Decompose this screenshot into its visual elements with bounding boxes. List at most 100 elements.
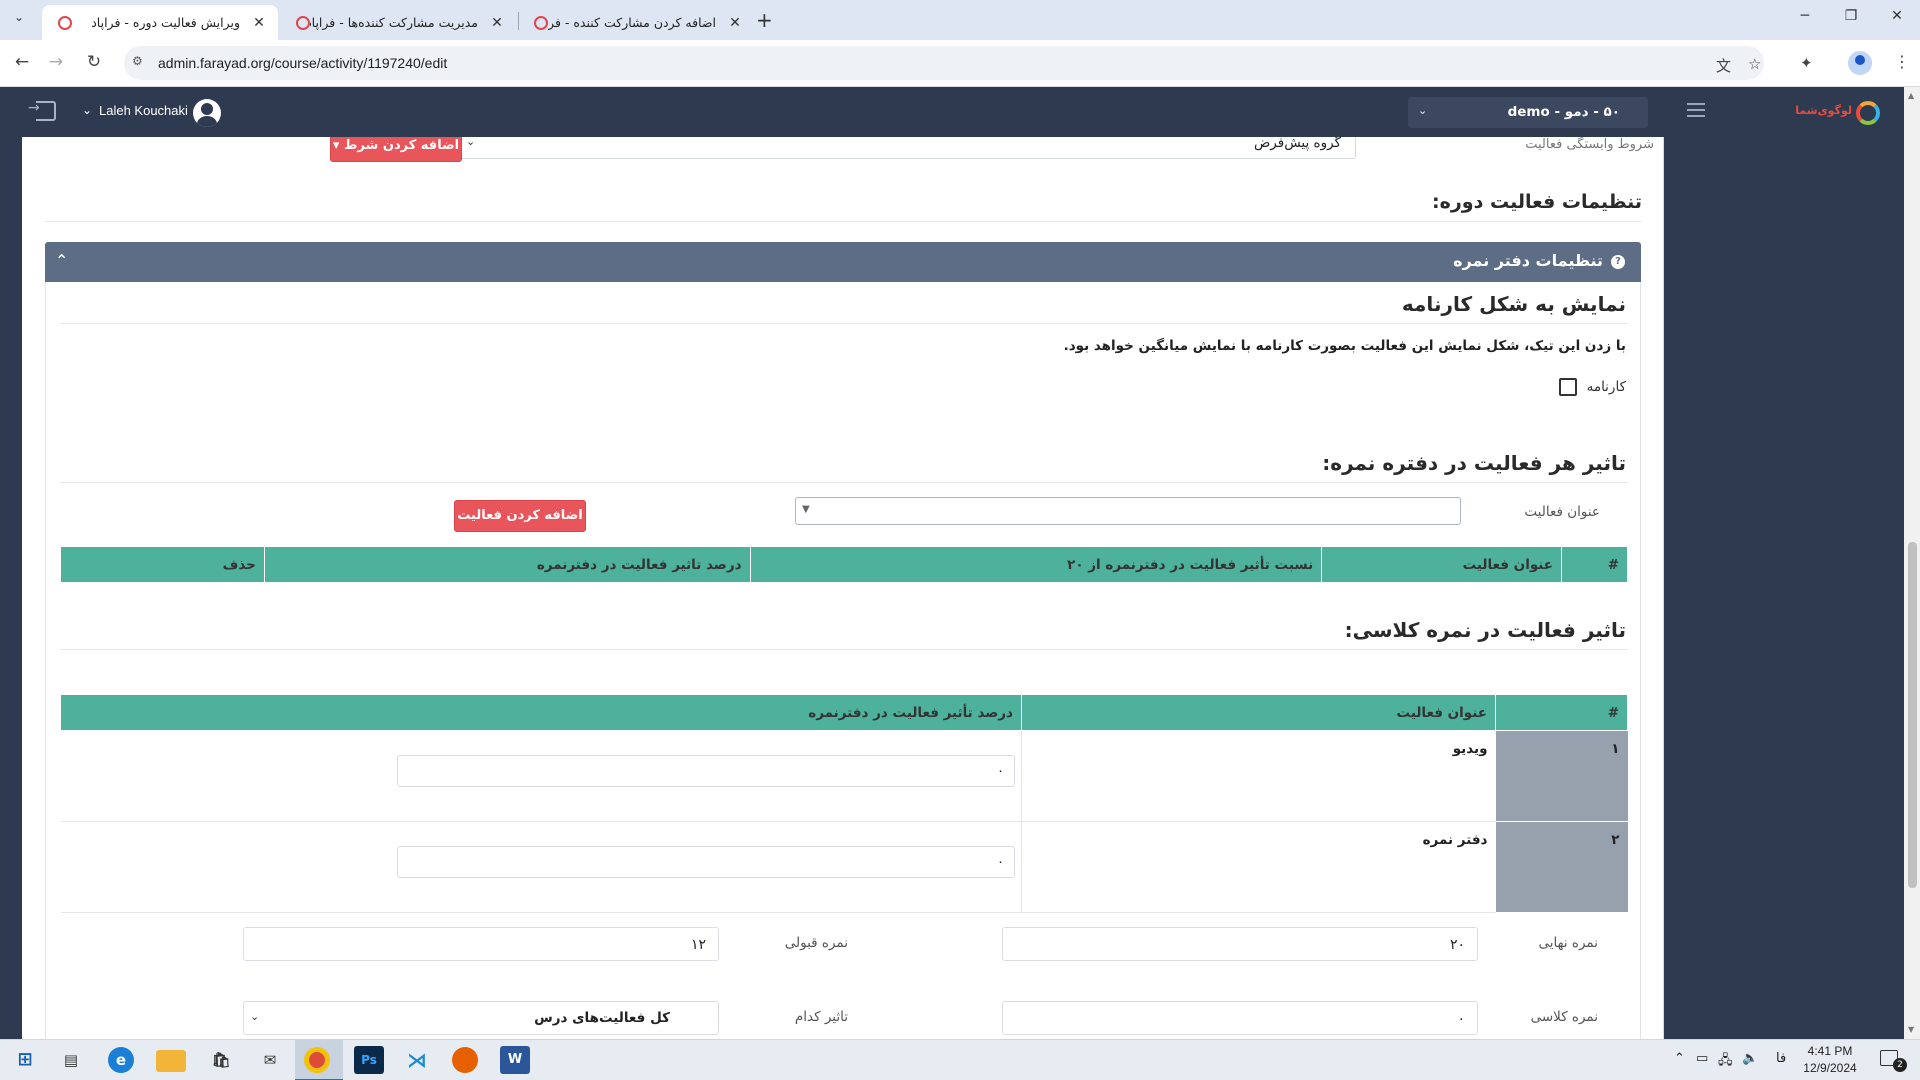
scrollbar-thumb[interactable] (1908, 542, 1917, 888)
file-explorer-icon[interactable] (156, 1050, 186, 1072)
col-activity-title: عنوان فعالیت (1321, 546, 1563, 583)
report-card-checkbox[interactable] (1558, 378, 1577, 396)
clock-time: 4:41 PM (1807, 1044, 1853, 1058)
row-impact-cell: ۰ (60, 821, 1022, 913)
store-icon[interactable]: 🛍 (206, 1046, 236, 1074)
final-grade-input[interactable]: ۲۰ (1002, 927, 1478, 961)
passing-grade-label: نمره قبولی (784, 935, 848, 951)
chrome-icon[interactable] (304, 1047, 330, 1073)
panel-title: تنظیمات دفتر نمره (1453, 251, 1603, 270)
tab-title: مدیریت مشارکت کننده‌ها - فراپاد (310, 15, 478, 30)
user-name[interactable]: Laleh Kouchaki (99, 103, 188, 118)
row-index: ۲ (1495, 821, 1628, 913)
chevron-down-icon[interactable]: ⌄ (82, 103, 92, 117)
report-card-title: نمایش به شکل کارنامه (1401, 292, 1626, 316)
logout-icon[interactable] (28, 100, 56, 121)
mail-icon[interactable]: ✉ (255, 1046, 285, 1074)
help-icon[interactable]: ? (1611, 255, 1625, 269)
browser-tab-edit-activity[interactable]: ✕ ویرایش فعالیت دوره - فراپاد (42, 5, 278, 40)
photoshop-icon[interactable]: Ps (354, 1046, 384, 1074)
browser-tab-manage-participants[interactable]: ✕ مدیریت مشارکت کننده‌ها - فراپاد (280, 5, 516, 40)
address-bar[interactable]: ⚙ admin.farayad.org/course/activity/1197… (124, 46, 1764, 80)
dependency-group-value: گروه پیش‌فرض (1253, 137, 1341, 151)
activity-title-select[interactable]: ▼ (795, 497, 1461, 525)
brand-logo[interactable]: لوگوی‌شما (1795, 99, 1880, 127)
report-card-checkbox-row[interactable]: کارنامه (1558, 378, 1626, 396)
scroll-up-arrow-icon[interactable]: ▲ (1908, 91, 1914, 100)
table-row: ۲ دفتر نمره ۰ (60, 821, 1628, 913)
impact-percent-input[interactable]: ۰ (397, 846, 1015, 878)
chevron-up-icon[interactable]: ⌃ (55, 251, 68, 270)
restore-icon[interactable]: ❐ (1828, 8, 1874, 24)
final-grade-label: نمره نهایی (1538, 935, 1598, 951)
divider (60, 323, 1628, 324)
divider (60, 482, 1628, 483)
table-header-row: # عنوان فعالیت نسبت تأثیر فعالیت در دفتر… (60, 546, 1628, 583)
windows-start-icon[interactable]: ⊞ (10, 1046, 40, 1074)
gradebook-settings-panel-header[interactable]: ? تنظیمات دفتر نمره ⌃ (45, 242, 1641, 282)
gradebook-settings-panel-body: نمایش به شکل کارنامه با زدن این تیک، شکل… (45, 282, 1641, 1039)
app-header: ⌄ Laleh Kouchaki ۵۰ - دمو - demo ⌄ لوگوی… (0, 87, 1904, 137)
row-impact-cell: ۰ (60, 730, 1022, 822)
site-info-icon[interactable]: ⚙ (132, 54, 152, 72)
col-index: # (1561, 546, 1628, 583)
farapad-favicon-icon (58, 15, 72, 30)
task-view-icon[interactable]: ▤ (56, 1046, 86, 1074)
add-condition-button[interactable]: اضافه کردن شرط ▾ (330, 137, 462, 162)
scroll-down-arrow-icon[interactable]: ▼ (1908, 1025, 1914, 1034)
browser-tab-add-participant[interactable]: ✕ اضافه کردن مشارکت کننده - فراپا (518, 5, 754, 40)
reload-icon[interactable]: ↻ (82, 52, 106, 72)
meet-now-icon[interactable]: ▭ (1696, 1051, 1708, 1066)
tab-close-icon[interactable]: ✕ (726, 15, 744, 31)
network-icon[interactable]: 🖧 (1718, 1051, 1733, 1073)
class-grade-input[interactable]: ۰ (1002, 1001, 1478, 1035)
forward-arrow-icon[interactable]: → (44, 52, 68, 72)
volume-icon[interactable]: 🔈 (1742, 1051, 1758, 1066)
dependency-group-select[interactable]: گروه پیش‌فرض ⌄ (459, 137, 1356, 159)
firefox-icon[interactable] (452, 1047, 478, 1073)
back-arrow-icon[interactable]: ← (10, 52, 34, 72)
input-language[interactable]: فا (1776, 1051, 1786, 1066)
hamburger-menu-icon[interactable] (1687, 103, 1705, 117)
chevron-down-icon: ⌄ (250, 1010, 260, 1023)
farapad-favicon-icon (296, 15, 310, 30)
chevron-down-icon: ⌄ (466, 137, 476, 148)
browser-toolbar: ← → ↻ ⚙ admin.farayad.org/course/activit… (0, 40, 1920, 87)
organization-selector[interactable]: ۵۰ - دمو - demo ⌄ (1408, 97, 1648, 128)
tab-close-icon[interactable]: ✕ (250, 15, 268, 31)
edit-activity-page: شروط وابستگی فعالیت گروه پیش‌فرض ⌄ اضافه… (22, 137, 1664, 1039)
page-border (1663, 137, 1664, 1039)
url-text[interactable]: admin.farayad.org/course/activity/119724… (158, 55, 447, 71)
caret-down-icon: ▼ (802, 504, 810, 515)
notification-count-badge: 2 (1893, 1058, 1907, 1072)
which-impact-select[interactable]: کل فعالیت‌های درس ⌄ (243, 1001, 719, 1035)
tab-close-icon[interactable]: ✕ (488, 15, 506, 31)
system-clock[interactable]: 4:41 PM 12/9/2024 (1790, 1043, 1870, 1077)
new-tab-plus-icon[interactable]: + (756, 8, 773, 32)
row-activity-name: دفتر نمره (1021, 821, 1496, 913)
impact-percent-input[interactable]: ۰ (397, 755, 1015, 787)
translate-icon[interactable]: 文 (1716, 55, 1731, 76)
class-grade-impact-table: # عنوان فعالیت درصد تأثیر فعالیت در دفتر… (60, 694, 1628, 913)
col-impact-ratio: نسبت تأثیر فعالیت در دفترنمره از ۲۰ (749, 546, 1323, 583)
bookmark-star-icon[interactable]: ☆ (1748, 55, 1761, 73)
word-icon[interactable]: W (500, 1046, 530, 1074)
class-grade-label: نمره کلاسی (1530, 1009, 1598, 1025)
close-window-icon[interactable]: ✕ (1874, 8, 1920, 24)
add-activity-button[interactable]: اضافه کردن فعالیت (454, 500, 586, 532)
extensions-puzzle-icon[interactable]: ✦ (1800, 54, 1813, 72)
page-scrollbar[interactable]: ▲ ▼ (1904, 87, 1920, 1039)
browser-tab-bar: ⌄ ✕ ویرایش فعالیت دوره - فراپاد ✕ مدیریت… (0, 0, 1920, 40)
profile-avatar-icon[interactable] (1848, 51, 1872, 75)
minimize-icon[interactable]: ─ (1782, 8, 1828, 24)
edge-icon[interactable]: e (108, 1047, 134, 1073)
tray-overflow-chevron-icon[interactable]: ⌃ (1674, 1051, 1685, 1066)
browser-menu-icon[interactable]: ⋮ (1894, 52, 1910, 71)
vscode-icon[interactable]: ⋊ (402, 1046, 432, 1074)
passing-grade-input[interactable]: ۱۲ (243, 927, 719, 961)
farapad-favicon-icon (534, 15, 548, 30)
tab-search-chevron-icon[interactable]: ⌄ (8, 10, 30, 32)
which-impact-label: تاثیر کدام (794, 1009, 848, 1025)
report-card-checkbox-label[interactable]: کارنامه (1587, 379, 1626, 395)
user-avatar-icon[interactable] (193, 99, 221, 127)
